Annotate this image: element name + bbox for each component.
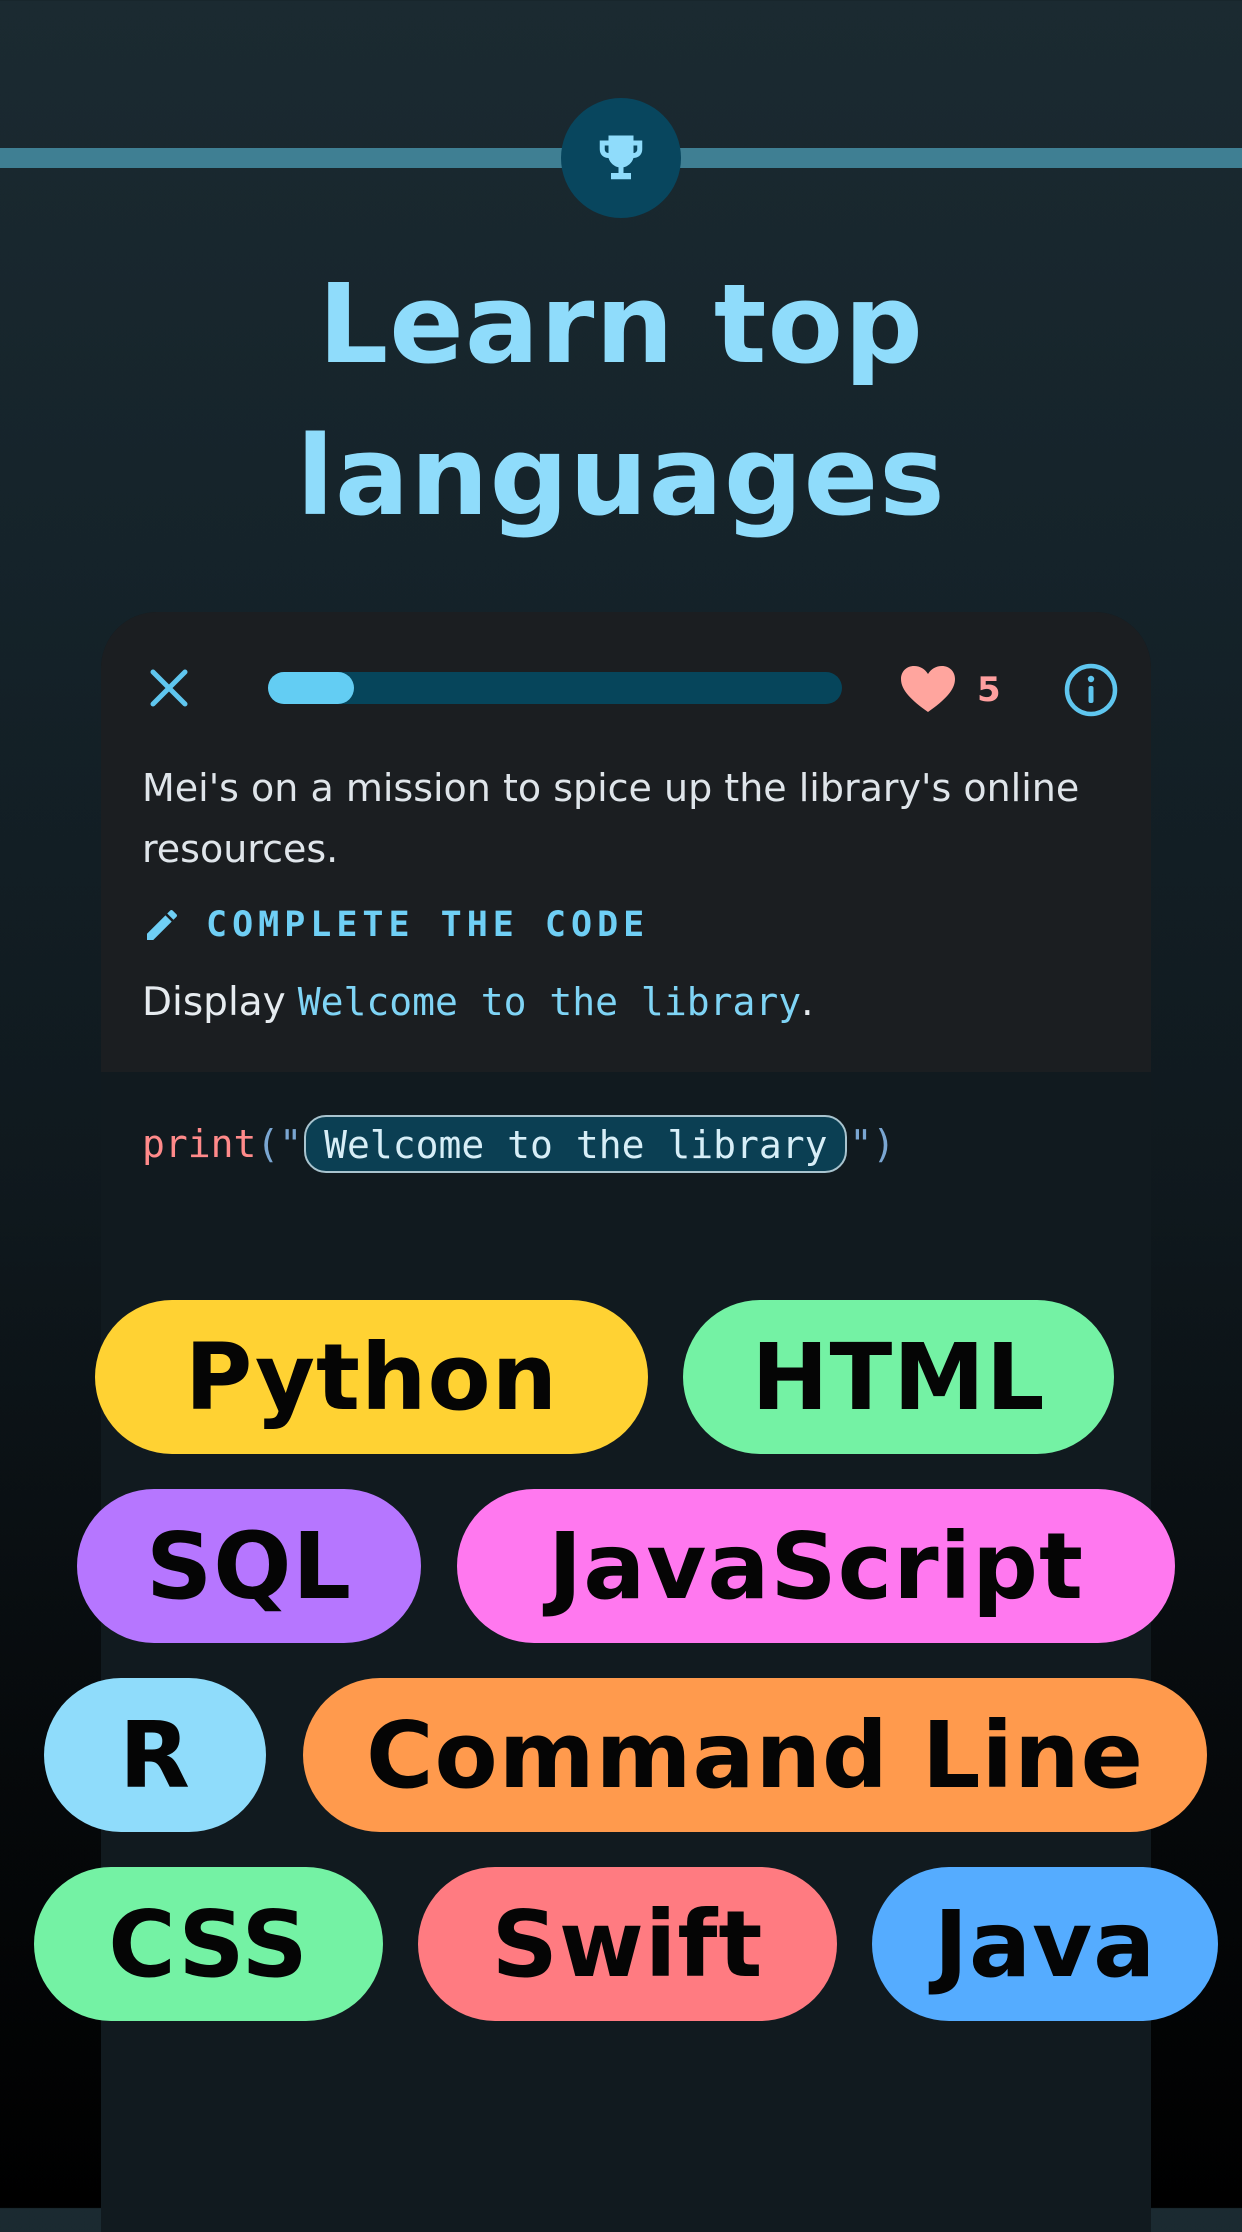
chip-label: SQL (145, 1512, 353, 1620)
code-open-paren: (" (256, 1122, 303, 1166)
language-chip-java[interactable]: Java (872, 1867, 1218, 2021)
language-chip-html[interactable]: HTML (683, 1300, 1114, 1454)
chip-label: Swift (491, 1890, 764, 1998)
language-chip-command-line[interactable]: Command Line (303, 1678, 1207, 1832)
info-icon (1064, 663, 1118, 717)
task-prefix: Display (142, 980, 286, 1025)
instruction-label: COMPLETE THE CODE (206, 905, 650, 945)
chip-label: R (119, 1701, 191, 1809)
language-chip-css[interactable]: CSS (34, 1867, 383, 2021)
close-icon (150, 669, 188, 707)
code-editor-line: print (" Welcome to the library ") (142, 1112, 895, 1176)
lesson-progress-bar (268, 672, 842, 704)
language-chip-javascript[interactable]: JavaScript (457, 1489, 1175, 1643)
trophy-badge (561, 98, 681, 218)
chip-label: Command Line (366, 1701, 1144, 1809)
task-code: Welcome to the library (297, 980, 802, 1024)
chip-label: JavaScript (548, 1512, 1084, 1620)
language-chip-r[interactable]: R (44, 1678, 266, 1832)
language-chip-sql[interactable]: SQL (77, 1489, 421, 1643)
trophy-icon (599, 135, 643, 180)
code-close-paren: ") (849, 1122, 896, 1166)
chip-label: Python (184, 1323, 559, 1431)
chip-label: Java (933, 1890, 1157, 1998)
task-suffix: . (801, 980, 814, 1025)
heart-icon (899, 664, 959, 716)
language-chip-python[interactable]: Python (95, 1300, 648, 1454)
lesson-progress-fill (268, 672, 355, 704)
info-button[interactable] (1063, 662, 1119, 718)
task-text: Display Welcome to the library. (142, 972, 814, 1032)
lesson-story-text: Mei's on a mission to spice up the libra… (142, 766, 1080, 871)
instruction-row: COMPLETE THE CODE (142, 902, 649, 948)
chip-label: CSS (108, 1890, 309, 1998)
page-headline: Learn top languages (296, 260, 946, 540)
code-function: print (142, 1122, 257, 1166)
hearts-count: 5 (977, 670, 1001, 710)
language-chip-swift[interactable]: Swift (418, 1867, 837, 2021)
close-button[interactable] (149, 664, 189, 712)
code-answer-slot[interactable]: Welcome to the library (304, 1115, 848, 1173)
chip-label: HTML (751, 1323, 1046, 1431)
pencil-icon (147, 909, 178, 940)
